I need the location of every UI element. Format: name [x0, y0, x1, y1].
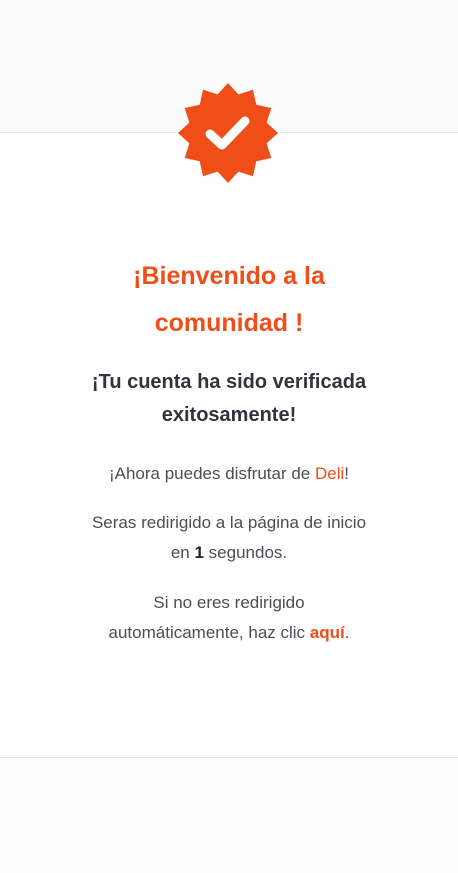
redirect-message: Seras redirigido a la página de inicio e… [0, 508, 458, 568]
redirect-line1: Seras redirigido a la página de inicio [91, 513, 367, 532]
manual-line2: automáticamente, haz clic aquí. [0, 618, 458, 648]
manual-suffix: . [344, 623, 350, 642]
manual-prefix: automáticamente, haz clic [108, 623, 310, 642]
verified-check-icon [178, 83, 278, 183]
redirect-prefix: en [170, 543, 195, 562]
manual-line1: Si no eres redirigido [153, 593, 305, 612]
redirect-line2: en 1 segundos. [0, 538, 458, 568]
brand-name: Deli [314, 464, 345, 483]
verified-message-line1: ¡Tu cuenta ha sido verificada [91, 371, 367, 393]
welcome-title: ¡Bienvenido a la comunidad ! [0, 253, 458, 347]
welcome-title-line2: comunidad ! [154, 309, 304, 337]
redirect-here-link[interactable]: aquí [310, 623, 345, 642]
enjoy-suffix: ! [344, 464, 350, 483]
verified-message-line2: exitosamente! [161, 404, 297, 426]
manual-redirect-message: Si no eres redirigido automáticamente, h… [0, 588, 458, 648]
countdown-seconds: 1 [194, 543, 204, 562]
verification-success-page: ¡Bienvenido a la comunidad ! ¡Tu cuenta … [0, 0, 458, 873]
verified-message: ¡Tu cuenta ha sido verificada exitosamen… [0, 366, 458, 432]
redirect-suffix: segundos. [203, 543, 288, 562]
welcome-title-line1: ¡Bienvenido a la [133, 262, 325, 290]
enjoy-message: ¡Ahora puedes disfrutar de Deli! [0, 459, 458, 489]
content-card [0, 133, 458, 758]
enjoy-prefix: ¡Ahora puedes disfrutar de [108, 464, 315, 483]
